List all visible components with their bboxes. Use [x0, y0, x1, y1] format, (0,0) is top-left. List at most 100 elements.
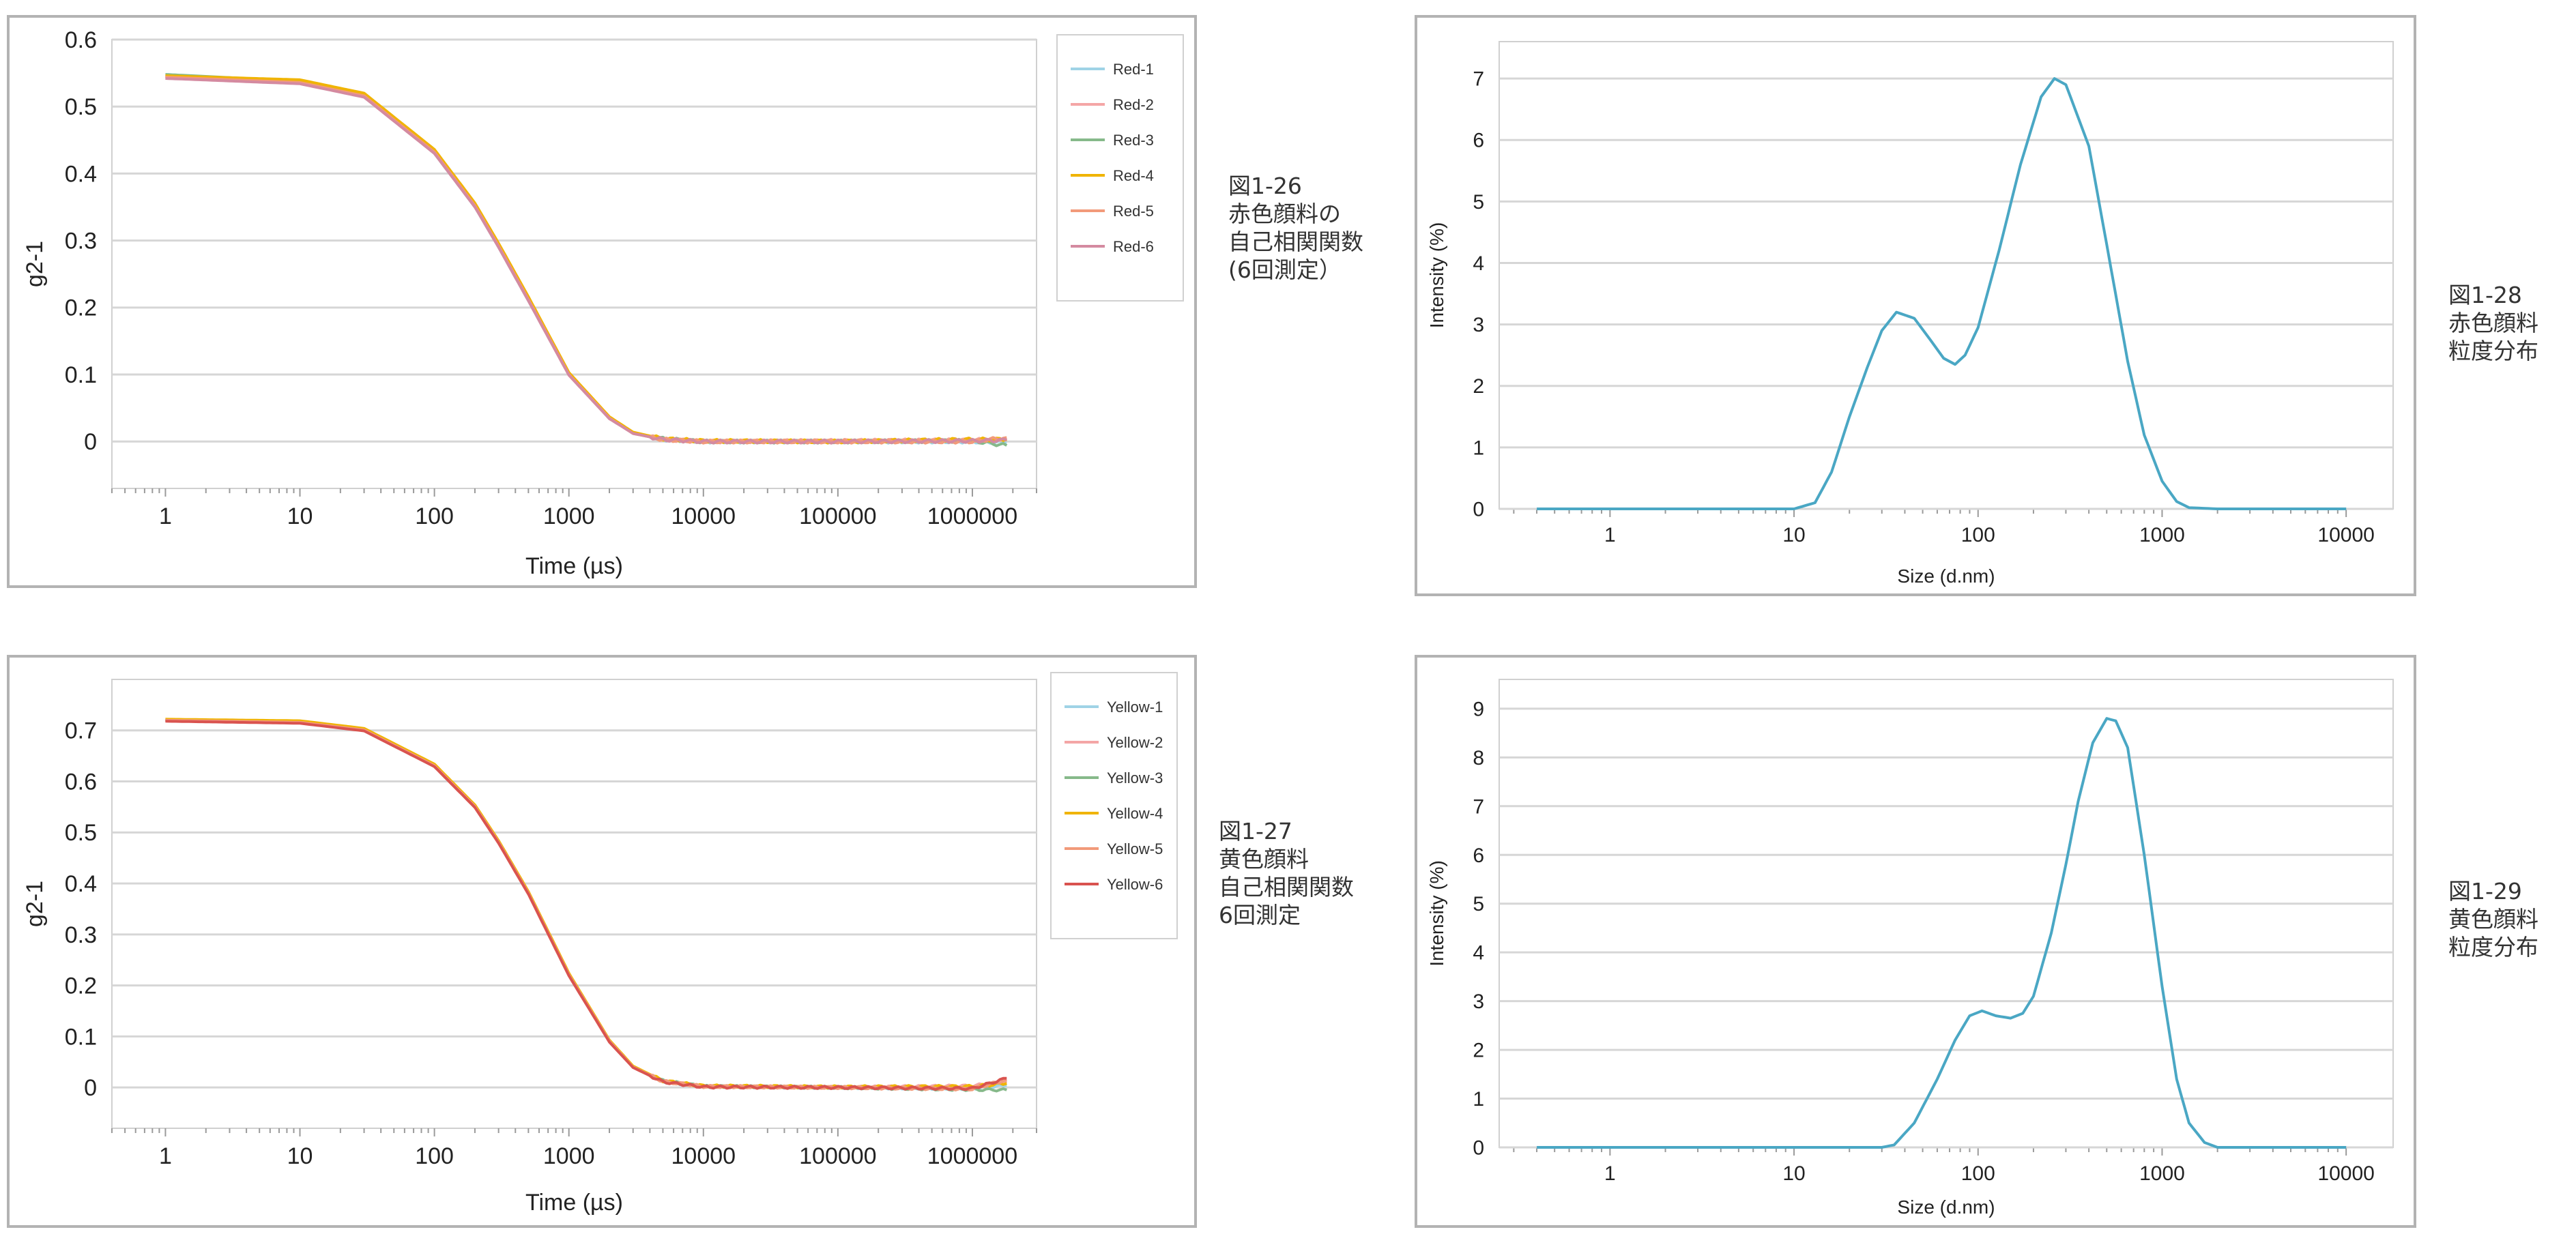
- legend-label: Yellow-1: [1107, 699, 1163, 716]
- x-axis-label: Time (µs): [525, 1190, 623, 1216]
- y-tick-label: 1: [1473, 437, 1484, 459]
- y-tick-label: 0: [1473, 1137, 1484, 1160]
- y-tick-label: 6: [1473, 844, 1484, 867]
- legend-label: Yellow-5: [1107, 840, 1163, 857]
- y-tick-label: 8: [1473, 747, 1484, 769]
- y-tick-label: 0.7: [65, 718, 97, 744]
- legend-label: Red-2: [1113, 96, 1154, 113]
- caption-line: 赤色顔料の: [1228, 201, 1341, 227]
- caption-line: 自己相関関数: [1228, 229, 1363, 255]
- x-tick-label: 100: [415, 503, 454, 529]
- legend-label: Yellow-6: [1107, 876, 1163, 893]
- y-tick-label: 0.3: [65, 922, 97, 948]
- caption-line: 自己相関関数: [1219, 874, 1354, 900]
- caption-acf-red: 図1-26 赤色顔料の 自己相関関数 (6回測定）: [1228, 172, 1363, 284]
- x-tick-label: 100000: [799, 503, 876, 529]
- x-tick-label: 10: [1782, 524, 1805, 546]
- x-tick-label: 10: [287, 1143, 313, 1169]
- legend-label: Red-4: [1113, 167, 1154, 184]
- legend-label: Yellow-3: [1107, 769, 1163, 787]
- caption-psd-red: 図1-28 赤色顔料 粒度分布: [2448, 281, 2538, 365]
- plot-area: [1499, 41, 2394, 510]
- legend-label: Yellow-2: [1107, 734, 1163, 751]
- legend-label: Red-6: [1113, 238, 1154, 255]
- x-tick-label: 10000: [671, 503, 736, 529]
- legend-label: Yellow-4: [1107, 805, 1163, 822]
- y-axis-label: Intensity (%): [1426, 860, 1447, 967]
- caption-line: 黄色顔料: [2448, 906, 2538, 932]
- chart-panel-psd-yellow: 0 1 2 3 4 5 6 7 8 9 1 10 100 1000 10000 Size (d.nm) Inte…: [1415, 655, 2416, 1228]
- y-tick-label: 5: [1473, 893, 1484, 915]
- caption-psd-yellow: 図1-29 黄色顔料 粒度分布: [2448, 877, 2538, 961]
- x-tick-label: 100: [1961, 524, 1995, 546]
- caption-line: 粒度分布: [2448, 934, 2538, 960]
- caption-line: 図1-28: [2448, 282, 2522, 308]
- x-tick-label: 100: [415, 1143, 454, 1169]
- x-tick-label: 1000: [543, 1143, 595, 1169]
- y-tick-label: 0.3: [65, 229, 97, 254]
- caption-acf-yellow: 図1-27 黄色顔料 自己相関関数 6回測定: [1219, 817, 1354, 929]
- caption-line: 粒度分布: [2448, 338, 2538, 364]
- y-tick-label: 0.1: [65, 362, 97, 388]
- chart-panel-psd-red: 0 1 2 3 4 5 6 7 1 10 100 1000 10000 Size (d.nm) Intens…: [1415, 15, 2416, 596]
- y-tick-label: 2: [1473, 1040, 1484, 1062]
- x-axis-label: Time (µs): [525, 553, 623, 579]
- x-tick-label: 100: [1961, 1162, 1995, 1185]
- chart-acf-yellow: 0 0.1 0.2 0.3 0.4 0.5 0.6 0.7 1 10 100 1000 10000 100…: [22, 672, 1178, 1216]
- chart-acf-red: 0 0.1 0.2 0.3 0.4 0.5 0.6 1 10 100 1000 10000 100000…: [22, 27, 1184, 579]
- x-tick-label: 10000: [671, 1143, 736, 1169]
- y-tick-label: 0.1: [65, 1024, 97, 1050]
- caption-line: 図1-27: [1219, 818, 1292, 844]
- x-tick-label: 10000: [2317, 524, 2374, 546]
- y-tick-label: 4: [1473, 252, 1484, 275]
- y-tick-label: 0.5: [65, 820, 97, 846]
- y-tick-label: 7: [1473, 68, 1484, 91]
- x-tick-label: 1000000: [927, 503, 1017, 529]
- y-tick-label: 0.4: [65, 871, 97, 897]
- x-tick-label: 1: [1604, 524, 1616, 546]
- x-tick-label: 1: [159, 1143, 172, 1169]
- caption-line: 黄色顔料: [1219, 846, 1309, 872]
- legend-label: Red-1: [1113, 61, 1154, 78]
- caption-line: 6回測定: [1219, 902, 1301, 928]
- y-tick-label: 6: [1473, 130, 1484, 152]
- y-tick-label: 0.6: [65, 27, 97, 53]
- x-tick-label: 1000: [543, 503, 595, 529]
- x-axis-label: Size (d.nm): [1897, 1196, 1995, 1218]
- x-tick-label: 10000: [2317, 1162, 2374, 1185]
- y-tick-label: 9: [1473, 698, 1484, 720]
- plot-area: [1499, 679, 2394, 1148]
- y-tick-label: 0: [84, 1075, 97, 1101]
- y-tick-label: 5: [1473, 191, 1484, 214]
- y-axis-label: Intensity (%): [1426, 222, 1447, 329]
- x-tick-label: 1000000: [927, 1143, 1017, 1169]
- y-tick-label: 0.2: [65, 295, 97, 321]
- y-tick-label: 0.4: [65, 161, 97, 187]
- chart-panel-acf-red: 0 0.1 0.2 0.3 0.4 0.5 0.6 1 10 100 1000 10000 100000…: [7, 15, 1197, 588]
- y-tick-label: 2: [1473, 375, 1484, 398]
- x-axis-label: Size (d.nm): [1897, 565, 1995, 587]
- y-axis-label: g2-1: [22, 881, 48, 927]
- y-tick-label: 0: [84, 429, 97, 455]
- y-tick-label: 0: [1473, 499, 1484, 521]
- x-tick-label: 10: [287, 503, 313, 529]
- x-tick-label: 1: [1604, 1162, 1616, 1185]
- y-tick-label: 1: [1473, 1088, 1484, 1111]
- y-tick-label: 3: [1473, 990, 1484, 1013]
- caption-line: 図1-26: [1228, 173, 1302, 199]
- caption-line: 図1-29: [2448, 878, 2522, 905]
- y-tick-label: 7: [1473, 795, 1484, 818]
- x-tick-label: 100000: [799, 1143, 876, 1169]
- chart-psd-red: 0 1 2 3 4 5 6 7 1 10 100 1000 10000 Size (d.nm) Intens…: [1426, 41, 2394, 587]
- x-tick-label: 10: [1782, 1162, 1805, 1185]
- y-tick-label: 0.5: [65, 94, 97, 120]
- y-axis-label: g2-1: [22, 241, 48, 287]
- legend-label: Red-3: [1113, 132, 1154, 149]
- y-tick-label: 3: [1473, 314, 1484, 336]
- caption-line: (6回測定）: [1228, 256, 1342, 283]
- x-tick-label: 1: [159, 503, 172, 529]
- chart-psd-yellow: 0 1 2 3 4 5 6 7 8 9 1 10 100 1000 10000 Size (d.nm) Inte…: [1426, 679, 2394, 1218]
- legend: Red-1 Red-2 Red-3 Red-4 Red-5 Red-6: [1056, 34, 1184, 302]
- x-tick-label: 1000: [2139, 1162, 2185, 1185]
- plot-area: [111, 679, 1037, 1129]
